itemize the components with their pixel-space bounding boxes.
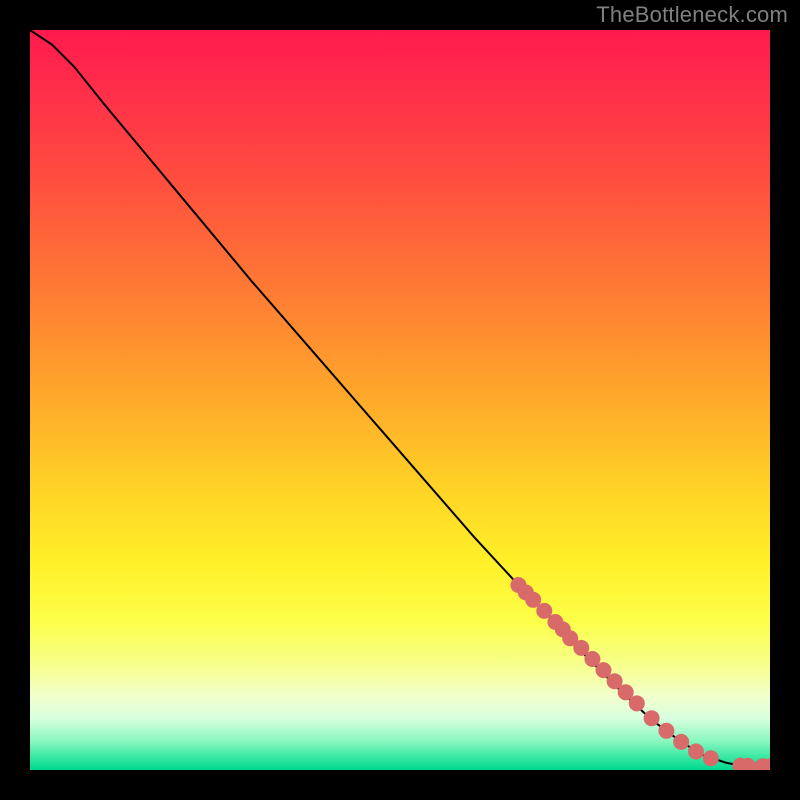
data-marker [629, 695, 645, 711]
data-marker [703, 750, 719, 766]
chart-svg [30, 30, 770, 770]
chart-frame: TheBottleneck.com [0, 0, 800, 800]
plot-area [30, 30, 770, 770]
data-marker [658, 723, 674, 739]
data-marker [644, 710, 660, 726]
data-marker [688, 744, 704, 760]
attribution-text: TheBottleneck.com [596, 2, 788, 28]
data-marker [673, 734, 689, 750]
gradient-background [30, 30, 770, 770]
